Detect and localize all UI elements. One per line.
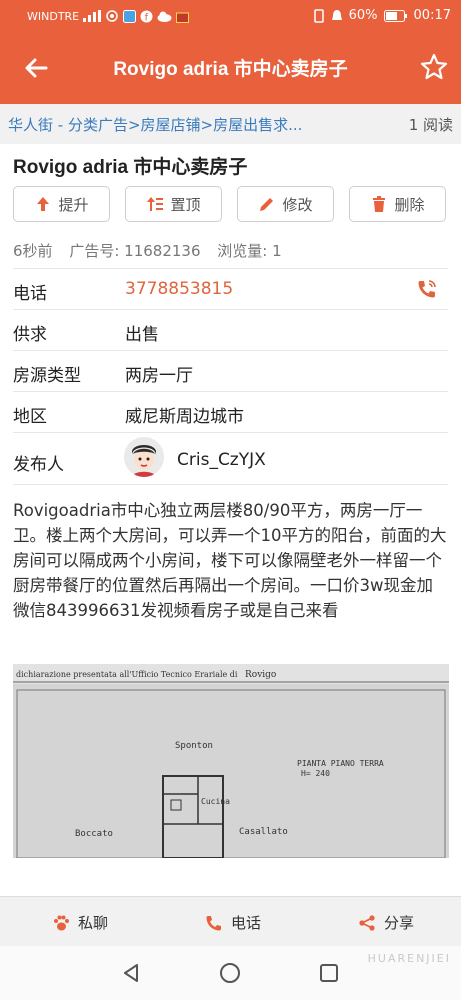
area-row: 地区 威尼斯周边城市 — [13, 391, 448, 432]
hotspot-icon — [106, 10, 118, 22]
fp-header: dichiarazione presentata all'Ufficio Tec… — [16, 670, 238, 679]
promote-button[interactable]: 提升 — [13, 186, 110, 222]
fp-height: H= 240 — [301, 769, 330, 778]
edit-button[interactable]: 修改 — [237, 186, 334, 222]
divider — [13, 484, 448, 485]
area-value: 威尼斯周边城市 — [125, 407, 244, 427]
ad-id: 广告号: 11682136 — [69, 242, 201, 260]
battery-icon — [383, 9, 407, 22]
page-title: Rovigo adria 市中心卖房子 — [113, 59, 348, 80]
fp-cucina: Cucina — [201, 797, 230, 806]
gift-icon — [176, 12, 190, 23]
post-time: 6秒前 — [13, 242, 53, 260]
app-bar: Rovigo adria 市中心卖房子 — [0, 32, 461, 104]
fp-boccato: Boccato — [75, 829, 113, 839]
avatar[interactable] — [124, 437, 164, 477]
supply-value: 出售 — [125, 325, 159, 345]
supply-row: 供求 出售 — [13, 309, 448, 350]
pin-button[interactable]: 置顶 — [125, 186, 222, 222]
pin-top-icon — [147, 197, 164, 211]
share-button[interactable]: 分享 — [358, 912, 414, 933]
share-icon — [359, 914, 375, 931]
cloud-icon — [157, 11, 172, 22]
call-label: 电话 — [231, 914, 262, 932]
promote-label: 提升 — [58, 195, 89, 214]
bottom-action-bar: 私聊 电话 分享 — [0, 896, 461, 947]
paw-icon — [54, 915, 69, 930]
vibrate-icon — [313, 8, 324, 23]
phone-number[interactable]: 3778853815 — [125, 279, 233, 299]
chat-label: 私聊 — [78, 914, 109, 932]
post-description: Rovigoadria市中心独立两层楼80/90平方，两房一厅一卫。楼上两个大房… — [13, 501, 447, 620]
delete-label: 删除 — [394, 195, 425, 214]
carrier-label: WINDTRE — [27, 9, 80, 23]
phone-label: 电话 — [13, 284, 47, 304]
bell-icon — [331, 9, 342, 20]
chat-button[interactable]: 私聊 — [52, 912, 108, 933]
breadcrumb: 华人街 - 分类广告>房屋店铺>房屋出售求... 1 阅读 — [0, 104, 461, 144]
favorite-star-icon[interactable] — [419, 52, 449, 82]
app-notification-icon — [123, 9, 137, 23]
floorplan-image[interactable]: dichiarazione presentata all'Ufficio Tec… — [13, 664, 449, 858]
post-meta: 6秒前 广告号: 11682136 浏览量: 1 — [13, 240, 294, 261]
phone-icon — [206, 915, 221, 930]
user-avatar-icon — [124, 437, 164, 477]
status-bar: WINDTRE f 60% 00:17 — [0, 0, 461, 32]
type-value: 两房一厅 — [125, 366, 193, 386]
floorplan-drawing: dichiarazione presentata all'Ufficio Tec… — [13, 664, 449, 858]
publisher-name[interactable]: Cris_CzYJX — [177, 450, 266, 470]
phone-call-icon[interactable] — [416, 278, 438, 300]
nav-home-icon[interactable] — [219, 962, 241, 984]
clock: 00:17 — [413, 8, 451, 23]
call-button[interactable]: 电话 — [205, 912, 261, 933]
edit-label: 修改 — [282, 195, 313, 214]
area-label: 地区 — [13, 407, 47, 427]
delete-button[interactable]: 删除 — [349, 186, 446, 222]
fp-plan-title: PIANTA PIANO TERRA — [297, 759, 384, 768]
supply-label: 供求 — [13, 325, 47, 345]
battery-percent: 60% — [348, 8, 378, 23]
nav-recents-icon[interactable] — [318, 962, 340, 984]
facebook-icon: f — [140, 10, 153, 23]
fp-city: Rovigo — [245, 670, 276, 680]
publisher-label: 发布人 — [13, 455, 64, 475]
read-count: 1 阅读 — [408, 116, 453, 134]
breadcrumb-path[interactable]: 华人街 - 分类广告>房屋店铺>房屋出售求... — [8, 114, 302, 135]
share-label: 分享 — [384, 914, 415, 932]
pin-label: 置顶 — [170, 195, 201, 214]
nav-back-icon[interactable] — [120, 962, 142, 984]
trash-icon — [373, 196, 386, 212]
watermark: HUARENJIEI — [367, 952, 451, 965]
phone-row: 电话 3778853815 — [13, 268, 448, 309]
publisher-row: 发布人 Cris_CzYJX — [13, 432, 448, 485]
signal-icon — [83, 10, 102, 22]
post-actions: 提升 置顶 修改 删除 — [13, 186, 449, 224]
type-row: 房源类型 两房一厅 — [13, 350, 448, 391]
svg-text:f: f — [145, 12, 149, 23]
fp-casallato: Casallato — [239, 827, 288, 837]
type-label: 房源类型 — [13, 366, 81, 386]
view-count: 浏览量: 1 — [217, 242, 282, 260]
arrow-up-icon — [37, 197, 50, 211]
pencil-icon — [260, 198, 274, 211]
post-title: Rovigo adria 市中心卖房子 — [13, 157, 248, 178]
fp-spanton: Sponton — [175, 741, 213, 751]
